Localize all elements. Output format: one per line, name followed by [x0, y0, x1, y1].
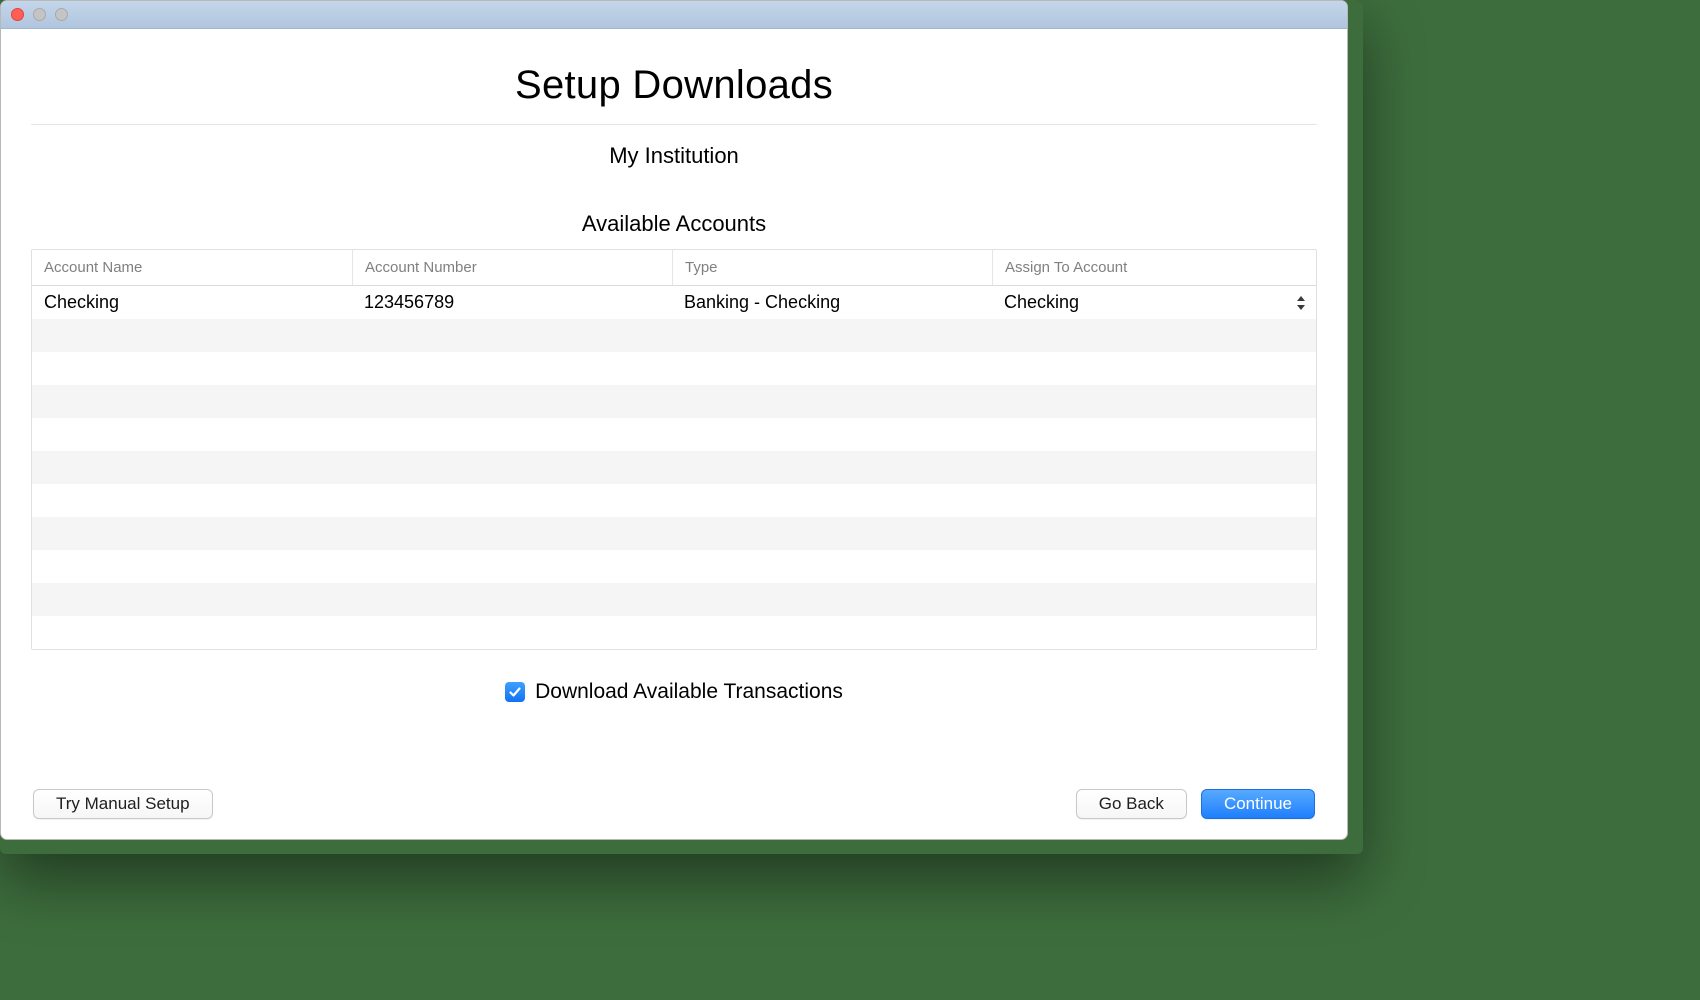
cell-type: Banking - Checking: [672, 286, 992, 319]
table-row: [32, 550, 1316, 583]
try-manual-setup-button[interactable]: Try Manual Setup: [33, 789, 213, 819]
assign-selected-value: Checking: [1004, 292, 1079, 313]
col-type[interactable]: Type: [672, 250, 992, 285]
table-row: [32, 517, 1316, 550]
window-minimize-button[interactable]: [33, 8, 46, 21]
download-transactions-option[interactable]: Download Available Transactions: [31, 680, 1317, 704]
table-row: [32, 451, 1316, 484]
table-row: [32, 583, 1316, 616]
cell-account-number: 123456789: [352, 286, 672, 319]
window-zoom-button[interactable]: [55, 8, 68, 21]
checkbox-checked-icon[interactable]: [505, 682, 525, 702]
dialog-content: Setup Downloads My Institution Available…: [1, 29, 1347, 839]
cell-assign-dropdown[interactable]: Checking: [992, 286, 1316, 319]
institution-name: My Institution: [31, 143, 1317, 169]
dialog-window: Setup Downloads My Institution Available…: [0, 0, 1348, 840]
titlebar[interactable]: [1, 1, 1347, 29]
table-row[interactable]: Checking 123456789 Banking - Checking Ch…: [32, 286, 1316, 319]
window-close-button[interactable]: [11, 8, 24, 21]
table-row: [32, 385, 1316, 418]
table-row: [32, 484, 1316, 517]
button-bar: Try Manual Setup Go Back Continue: [31, 789, 1317, 819]
table-row: [32, 352, 1316, 385]
col-account-name[interactable]: Account Name: [32, 250, 352, 285]
accounts-table: Account Name Account Number Type Assign …: [31, 249, 1317, 650]
go-back-button[interactable]: Go Back: [1076, 789, 1187, 819]
col-assign-to-account[interactable]: Assign To Account: [992, 250, 1316, 285]
download-transactions-label: Download Available Transactions: [535, 680, 843, 704]
table-row: [32, 418, 1316, 451]
updown-chevron-icon: [1296, 295, 1306, 311]
table-row: [32, 319, 1316, 352]
cell-account-name: Checking: [32, 286, 352, 319]
table-row: [32, 616, 1316, 649]
table-body: Checking 123456789 Banking - Checking Ch…: [32, 286, 1316, 649]
col-account-number[interactable]: Account Number: [352, 250, 672, 285]
continue-button[interactable]: Continue: [1201, 789, 1315, 819]
table-header: Account Name Account Number Type Assign …: [32, 250, 1316, 286]
section-title: Available Accounts: [31, 211, 1317, 237]
divider: [31, 124, 1317, 125]
page-title: Setup Downloads: [31, 49, 1317, 124]
